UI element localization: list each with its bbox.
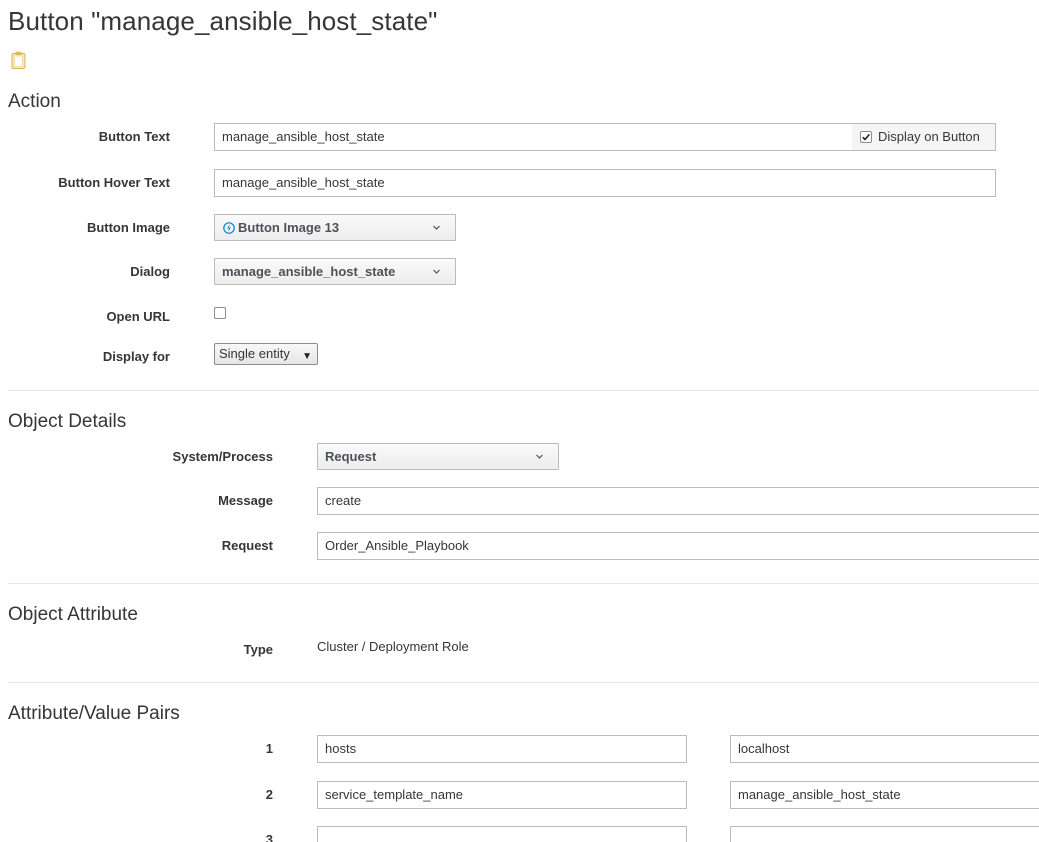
system-process-value: Request — [325, 449, 377, 464]
pair-value-input[interactable]: localhost — [730, 735, 1039, 763]
display-on-button-checkbox[interactable] — [860, 131, 872, 143]
section-title-action: Action — [8, 91, 61, 112]
pair-attribute-input[interactable]: hosts — [317, 735, 687, 763]
chevron-down-icon — [433, 269, 440, 274]
message-label: Message — [218, 493, 273, 508]
request-label: Request — [221, 538, 273, 553]
display-for-label: Display for — [102, 349, 170, 364]
button-text-label: Button Text — [98, 129, 170, 144]
type-value: Cluster / Deployment Role — [317, 639, 469, 654]
system-process-label: System/Process — [172, 449, 273, 464]
pair-value-input[interactable] — [730, 826, 1039, 842]
open-url-label: Open URL — [106, 309, 170, 324]
display-on-button-toggle[interactable]: Display on Button — [852, 123, 996, 151]
pair-attribute-input[interactable]: service_template_name — [317, 781, 687, 809]
button-text-input[interactable]: manage_ansible_host_state — [214, 123, 853, 151]
section-divider — [8, 682, 1039, 683]
page-title: Button "manage_ansible_host_state" — [8, 6, 438, 36]
section-divider — [8, 390, 1039, 391]
dialog-dropdown[interactable]: manage_ansible_host_state — [214, 258, 456, 285]
system-process-dropdown[interactable]: Request — [317, 443, 559, 470]
open-url-checkbox[interactable] — [214, 307, 226, 319]
pair-attribute-input[interactable] — [317, 826, 687, 842]
check-icon — [862, 133, 871, 141]
section-title-attribute-value-pairs: Attribute/Value Pairs — [8, 703, 180, 724]
dialog-label: Dialog — [130, 264, 170, 279]
pair-value-input[interactable]: manage_ansible_host_state — [730, 781, 1039, 809]
request-input[interactable]: Order_Ansible_Playbook — [317, 532, 1039, 560]
button-details-page: Button "manage_ansible_host_state" Actio… — [0, 0, 1039, 842]
chevron-down-icon — [536, 454, 543, 459]
button-image-label: Button Image — [86, 220, 170, 235]
pair-index: 2 — [265, 787, 273, 802]
button-image-value: Button Image 13 — [238, 220, 340, 235]
dialog-value: manage_ansible_host_state — [222, 264, 396, 279]
button-image-dropdown[interactable]: Button Image 13 — [214, 214, 456, 241]
message-input[interactable]: create — [317, 487, 1039, 515]
button-hover-text-label: Button Hover Text — [58, 175, 170, 190]
clipboard-icon[interactable] — [11, 51, 26, 69]
button-hover-text-input[interactable]: manage_ansible_host_state — [214, 169, 996, 197]
type-label: Type — [243, 642, 273, 657]
display-for-value: Single entity — [219, 346, 290, 361]
display-for-select[interactable]: Single entity ▼ — [214, 343, 318, 365]
section-title-object-attribute: Object Attribute — [8, 604, 138, 625]
select-arrow-icon: ▼ — [302, 351, 312, 362]
pair-index: 1 — [265, 741, 273, 756]
pair-index: 3 — [265, 832, 273, 842]
chevron-down-icon — [433, 225, 440, 230]
display-on-button-label: Display on Button — [878, 129, 980, 144]
section-divider — [8, 583, 1039, 584]
section-title-object-details: Object Details — [8, 411, 127, 432]
lightning-circle-icon — [223, 222, 235, 234]
